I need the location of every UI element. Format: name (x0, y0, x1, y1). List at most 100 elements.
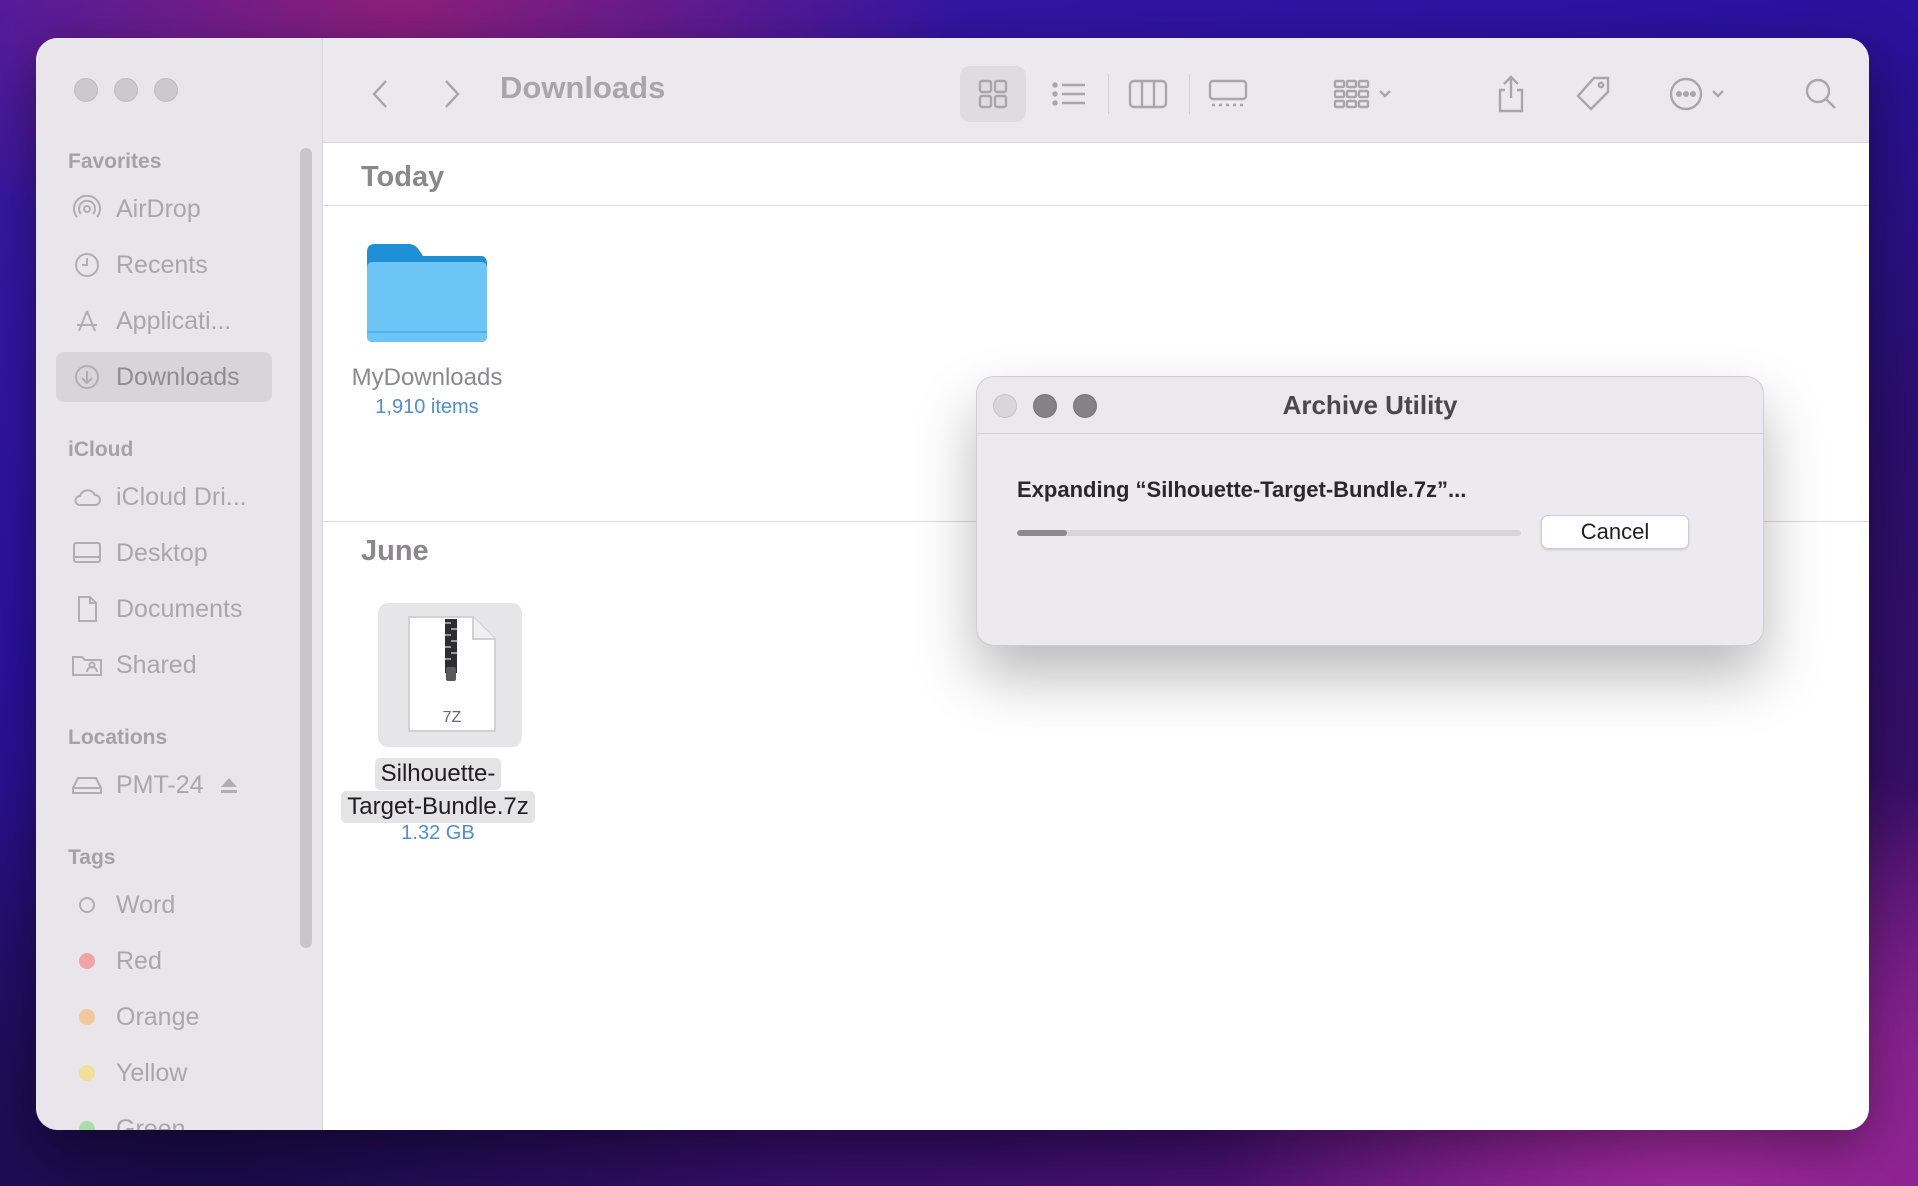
grid-icon (977, 78, 1009, 110)
progress-fill (1017, 530, 1068, 536)
tag-hollow-dot-icon (79, 897, 95, 913)
sidebar-section-favorites: Favorites (68, 150, 162, 173)
sidebar-item-label: Word (116, 890, 176, 919)
sidebar-item-desktop[interactable]: Desktop (56, 528, 272, 578)
search-button[interactable] (1799, 66, 1843, 122)
file-name-line2: Target-Bundle.7z (341, 791, 535, 823)
divider (323, 205, 1869, 206)
sidebar-item-label: Applicati... (116, 306, 232, 335)
file-name-line1: Silhouette- (374, 758, 502, 790)
airdrop-icon (70, 195, 104, 223)
forward-button[interactable] (431, 66, 471, 122)
tag-icon (1574, 75, 1612, 113)
file-type-badge: 7Z (442, 709, 462, 726)
sidebar-item-documents[interactable]: Documents (56, 584, 272, 634)
sidebar-item-shared[interactable]: Shared (56, 640, 272, 690)
sidebar-item-label: Yellow (116, 1058, 188, 1087)
close-button[interactable] (74, 78, 98, 102)
zoom-button[interactable] (154, 78, 178, 102)
toolbar: Downloads (323, 38, 1869, 143)
sidebar-scrollbar[interactable] (300, 148, 312, 948)
tag-yellow-dot-icon (79, 1065, 95, 1081)
cancel-button[interactable]: Cancel (1541, 515, 1689, 549)
columns-icon (1128, 78, 1168, 110)
chevron-down-icon (1377, 88, 1393, 100)
sidebar-item-label: iCloud Dri... (116, 482, 247, 511)
cloud-icon (70, 485, 104, 509)
eject-icon[interactable] (218, 775, 240, 795)
sidebar-item-applications[interactable]: Applicati... (56, 296, 272, 346)
share-button[interactable] (1491, 66, 1531, 122)
clock-icon (70, 251, 104, 279)
sidebar-item-airdrop[interactable]: AirDrop (56, 184, 272, 234)
ellipsis-circle-icon (1668, 76, 1704, 112)
toolbar-separator (1108, 74, 1109, 114)
back-button[interactable] (361, 66, 401, 122)
desktop-icon (70, 540, 104, 566)
share-icon (1495, 74, 1527, 114)
shared-folder-icon (70, 652, 104, 678)
applications-icon (70, 307, 104, 335)
file-name-highlight: Silhouette- Target-Bundle.7z (333, 758, 543, 823)
dialog-title: Archive Utility (1282, 390, 1458, 420)
tag-green-dot-icon (79, 1121, 95, 1130)
file-meta: 1.32 GB (401, 822, 475, 844)
sidebar-tag-orange[interactable]: Orange (56, 992, 272, 1042)
minimize-button[interactable] (114, 78, 138, 102)
chevron-down-icon (1710, 88, 1726, 100)
sidebar-item-downloads[interactable]: Downloads (56, 352, 272, 402)
archive-utility-dialog: Archive Utility Expanding “Silhouette-Ta… (976, 376, 1764, 646)
dialog-title-bar: Archive Utility (977, 377, 1763, 434)
sidebar-tag-word[interactable]: Word (56, 880, 272, 930)
sidebar-tag-yellow[interactable]: Yellow (56, 1048, 272, 1098)
sidebar-item-label: Red (116, 946, 162, 975)
document-icon (70, 595, 104, 623)
tag-button[interactable] (1571, 66, 1615, 122)
column-view-button[interactable] (1115, 66, 1181, 122)
sidebar-item-recents[interactable]: Recents (56, 240, 272, 290)
file-item-silhouette-target-bundle[interactable]: 7Z Silhouette- Target-Bundle.7z 1.32 GB (333, 603, 543, 844)
sidebar: Favorites AirDrop Recents Applicati... D… (36, 38, 323, 1130)
gallery-icon (1208, 78, 1248, 110)
file-meta: 1,910 items (375, 396, 479, 418)
tag-red-dot-icon (79, 953, 95, 969)
sidebar-section-tags: Tags (68, 846, 116, 869)
sidebar-section-icloud: iCloud (68, 438, 134, 461)
toolbar-separator (1189, 74, 1190, 114)
window-title: Downloads (500, 70, 666, 105)
sidebar-item-label: Documents (116, 594, 243, 623)
progress-bar (1017, 530, 1521, 536)
sidebar-item-label: Recents (116, 250, 208, 279)
drive-icon (70, 773, 104, 797)
sidebar-tag-red[interactable]: Red (56, 936, 272, 986)
dialog-message: Expanding “Silhouette-Target-Bundle.7z”.… (1017, 477, 1467, 502)
group-grid-icon (1333, 78, 1371, 110)
sidebar-item-label: PMT-24 (116, 770, 204, 799)
sidebar-tag-green[interactable]: Green (56, 1104, 272, 1130)
search-icon (1803, 76, 1839, 112)
sidebar-item-icloud-drive[interactable]: iCloud Dri... (56, 472, 272, 522)
sidebar-item-label: Shared (116, 650, 197, 679)
download-icon (70, 363, 104, 391)
sidebar-section-locations: Locations (68, 726, 168, 749)
sidebar-item-pmt-24[interactable]: PMT-24 (56, 760, 272, 810)
sidebar-item-label: AirDrop (116, 194, 201, 223)
sidebar-item-label: Desktop (116, 538, 208, 567)
finder-window: Favorites AirDrop Recents Applicati... D… (36, 38, 1869, 1130)
chevron-right-icon (439, 77, 463, 111)
chevron-left-icon (369, 77, 393, 111)
more-actions-button[interactable] (1657, 66, 1737, 122)
sidebar-item-label: Downloads (116, 362, 240, 391)
file-item-mydownloads[interactable]: MyDownloads 1,910 items (347, 238, 507, 438)
icon-view-button[interactable] (960, 66, 1026, 122)
file-name: MyDownloads (351, 364, 503, 391)
group-heading-june: June (361, 535, 429, 567)
gallery-view-button[interactable] (1195, 66, 1261, 122)
list-icon (1051, 80, 1087, 108)
sidebar-item-label: Green (116, 1114, 186, 1131)
window-controls (74, 78, 178, 102)
group-heading-today: Today (361, 161, 445, 193)
sidebar-item-label: Orange (116, 1002, 200, 1031)
list-view-button[interactable] (1036, 66, 1102, 122)
group-by-button[interactable] (1323, 66, 1403, 122)
